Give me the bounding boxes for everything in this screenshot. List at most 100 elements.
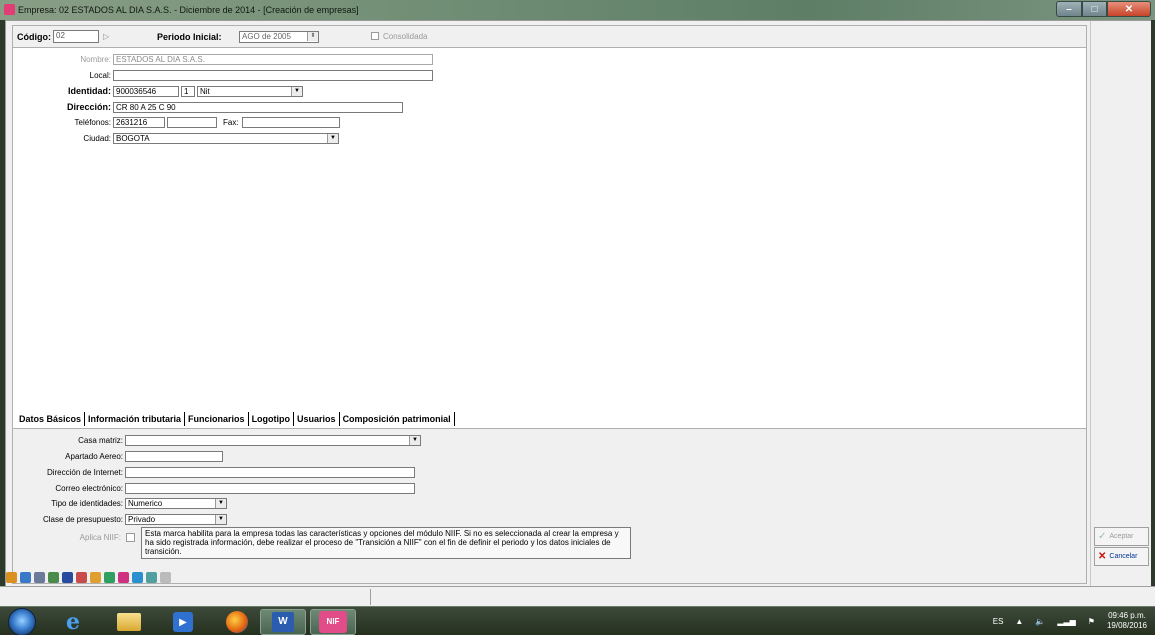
system-tray: ES ▲ 🔈 ▂▃▅ ⚑ 09:46 p.m. 19/08/2016 <box>993 611 1147 631</box>
status-separator <box>370 589 371 605</box>
tipo-identidades-select[interactable]: Numerico ▼ <box>125 498 227 509</box>
tab-funcionarios[interactable]: Funcionarios <box>185 412 249 426</box>
clock-time: 09:46 p.m. <box>1108 611 1146 620</box>
tab-datos-basicos[interactable]: Datos Básicos <box>19 412 86 426</box>
codigo-input[interactable]: 02 <box>53 30 99 43</box>
globe-icon[interactable] <box>104 572 115 583</box>
window-title: Empresa: 02 ESTADOS AL DIA S.A.S. - Dici… <box>18 5 359 15</box>
media-player-icon[interactable]: ▶ <box>160 609 206 635</box>
aceptar-button[interactable]: ✓ Aceptar <box>1094 527 1149 546</box>
nombre-input[interactable]: ESTADOS AL DIA S.A.S. <box>113 54 433 65</box>
tab-composicion-patrimonial[interactable]: Composición patrimonial <box>340 412 455 426</box>
header-row: Código: 02 ▷ Periodo Inicial: AGO de 200… <box>13 26 1086 48</box>
ie-icon[interactable]: e <box>50 609 96 635</box>
dropdown-arrow-icon[interactable]: ▼ <box>327 134 338 143</box>
language-indicator[interactable]: ES <box>993 617 1004 626</box>
consolidada-checkbox[interactable] <box>371 32 379 40</box>
ciudad-label: Ciudad: <box>83 134 111 143</box>
casa-matriz-label: Casa matriz: <box>78 436 123 445</box>
monitor-icon[interactable] <box>62 572 73 583</box>
casa-matriz-select[interactable]: ▼ <box>125 435 421 446</box>
start-button[interactable] <box>8 608 36 635</box>
window-controls: – □ ✕ <box>1056 1 1151 17</box>
users-icon[interactable] <box>6 572 17 583</box>
nombre-label: Nombre: <box>80 55 111 64</box>
correo-label: Correo electrónico: <box>55 484 123 493</box>
dropdown-arrow-icon[interactable]: ▼ <box>409 436 420 445</box>
periodo-label: Periodo Inicial: <box>157 32 222 42</box>
direccion-input[interactable]: CR 80 A 25 C 90 <box>113 102 403 113</box>
show-hidden-icons[interactable]: ▲ <box>1015 617 1023 626</box>
company-form: Código: 02 ▷ Periodo Inicial: AGO de 200… <box>12 25 1087 584</box>
checkmark-icon: ✓ <box>1098 531 1107 542</box>
telefono2-input[interactable] <box>167 117 217 128</box>
firefox-icon[interactable] <box>214 609 260 635</box>
folder-icon[interactable] <box>90 572 101 583</box>
fax-input[interactable] <box>242 117 340 128</box>
aplica-niif-checkbox[interactable] <box>126 533 135 542</box>
identidad-input[interactable]: 900036546 <box>113 86 179 97</box>
telefonos-label: Teléfonos: <box>74 118 111 127</box>
clase-presupuesto-value: Privado <box>128 515 156 524</box>
tipo-identidad-select[interactable]: Nit ▼ <box>197 86 303 97</box>
tipo-identidades-value: Numerico <box>128 499 163 508</box>
minimize-button[interactable]: – <box>1056 1 1082 17</box>
database-icon[interactable] <box>132 572 143 583</box>
aplica-niif-label: Aplica NIIF: <box>79 533 121 542</box>
apartado-input[interactable] <box>125 451 223 462</box>
tab-informacion-tributaria[interactable]: Información tributaria <box>85 412 186 426</box>
clase-presupuesto-label: Clase de presupuesto: <box>42 515 123 524</box>
window-client: Código: 02 ▷ Periodo Inicial: AGO de 200… <box>5 20 1151 606</box>
nif-app-icon[interactable]: NIF <box>310 609 356 635</box>
document-icon[interactable] <box>34 572 45 583</box>
dropdown-arrow-icon[interactable]: ▼ <box>215 499 226 508</box>
dropdown-arrow-icon[interactable]: ▼ <box>215 515 226 524</box>
title-bar: Empresa: 02 ESTADOS AL DIA S.A.S. - Dici… <box>0 0 1155 20</box>
fax-label: Fax: <box>223 118 239 127</box>
aceptar-label: Aceptar <box>1109 533 1134 540</box>
telefono1-input[interactable]: 2631216 <box>113 117 165 128</box>
close-button[interactable]: ✕ <box>1107 1 1151 17</box>
status-bar <box>0 586 1155 606</box>
clase-presupuesto-select[interactable]: Privado ▼ <box>125 514 227 525</box>
bottom-toolbar <box>6 572 171 586</box>
periodo-value: AGO de 2005 <box>242 32 291 41</box>
tab-logotipo[interactable]: Logotipo <box>249 412 295 426</box>
consolidada-label: Consolidada <box>383 32 428 41</box>
clock[interactable]: 09:46 p.m. 19/08/2016 <box>1107 611 1147 631</box>
app-icon <box>4 4 15 15</box>
volume-icon[interactable]: 🔈 <box>1035 617 1045 626</box>
niif-note: Esta marca habilita para la empresa toda… <box>141 527 631 559</box>
digito-verificacion-input[interactable]: 1 <box>181 86 195 97</box>
network-icon[interactable] <box>146 572 157 583</box>
report-icon[interactable] <box>76 572 87 583</box>
ciudad-select[interactable]: BOGOTA ▼ <box>113 133 339 144</box>
settings-icon[interactable] <box>160 572 171 583</box>
clock-date: 19/08/2016 <box>1106 621 1147 630</box>
word-icon[interactable]: W <box>260 609 306 635</box>
maximize-button[interactable]: □ <box>1082 1 1107 17</box>
periodo-select[interactable]: AGO de 2005 ⬍ <box>239 31 319 43</box>
graph-icon[interactable] <box>118 572 129 583</box>
spin-icon[interactable]: ⬍ <box>307 32 318 41</box>
explorer-icon[interactable] <box>106 609 152 635</box>
lookup-icon[interactable]: ▷ <box>103 32 109 41</box>
chart-icon[interactable] <box>20 572 31 583</box>
local-input[interactable] <box>113 70 433 81</box>
flag-icon[interactable]: ⚑ <box>1088 617 1095 626</box>
identidad-label: Identidad: <box>68 86 111 96</box>
direccion-internet-input[interactable] <box>125 467 415 478</box>
local-label: Local: <box>89 71 111 80</box>
tab-usuarios[interactable]: Usuarios <box>294 412 340 426</box>
correo-input[interactable] <box>125 483 415 494</box>
datos-basicos-panel: Casa matriz: ▼ Apartado Aereo: Dirección… <box>13 428 1086 583</box>
direccion-internet-label: Dirección de Internet: <box>46 468 123 477</box>
network-signal-icon[interactable]: ▂▃▅ <box>1057 617 1075 626</box>
cancelar-label: Cancelar <box>1109 553 1138 560</box>
action-panel: ✓ Aceptar ✕ Cancelar <box>1090 21 1151 587</box>
dropdown-arrow-icon[interactable]: ▼ <box>291 87 302 96</box>
cancelar-button[interactable]: ✕ Cancelar <box>1094 547 1149 566</box>
tab-strip: Datos Básicos Información tributaria Fun… <box>19 412 455 426</box>
tree-icon[interactable] <box>48 572 59 583</box>
x-icon: ✕ <box>1098 551 1107 562</box>
